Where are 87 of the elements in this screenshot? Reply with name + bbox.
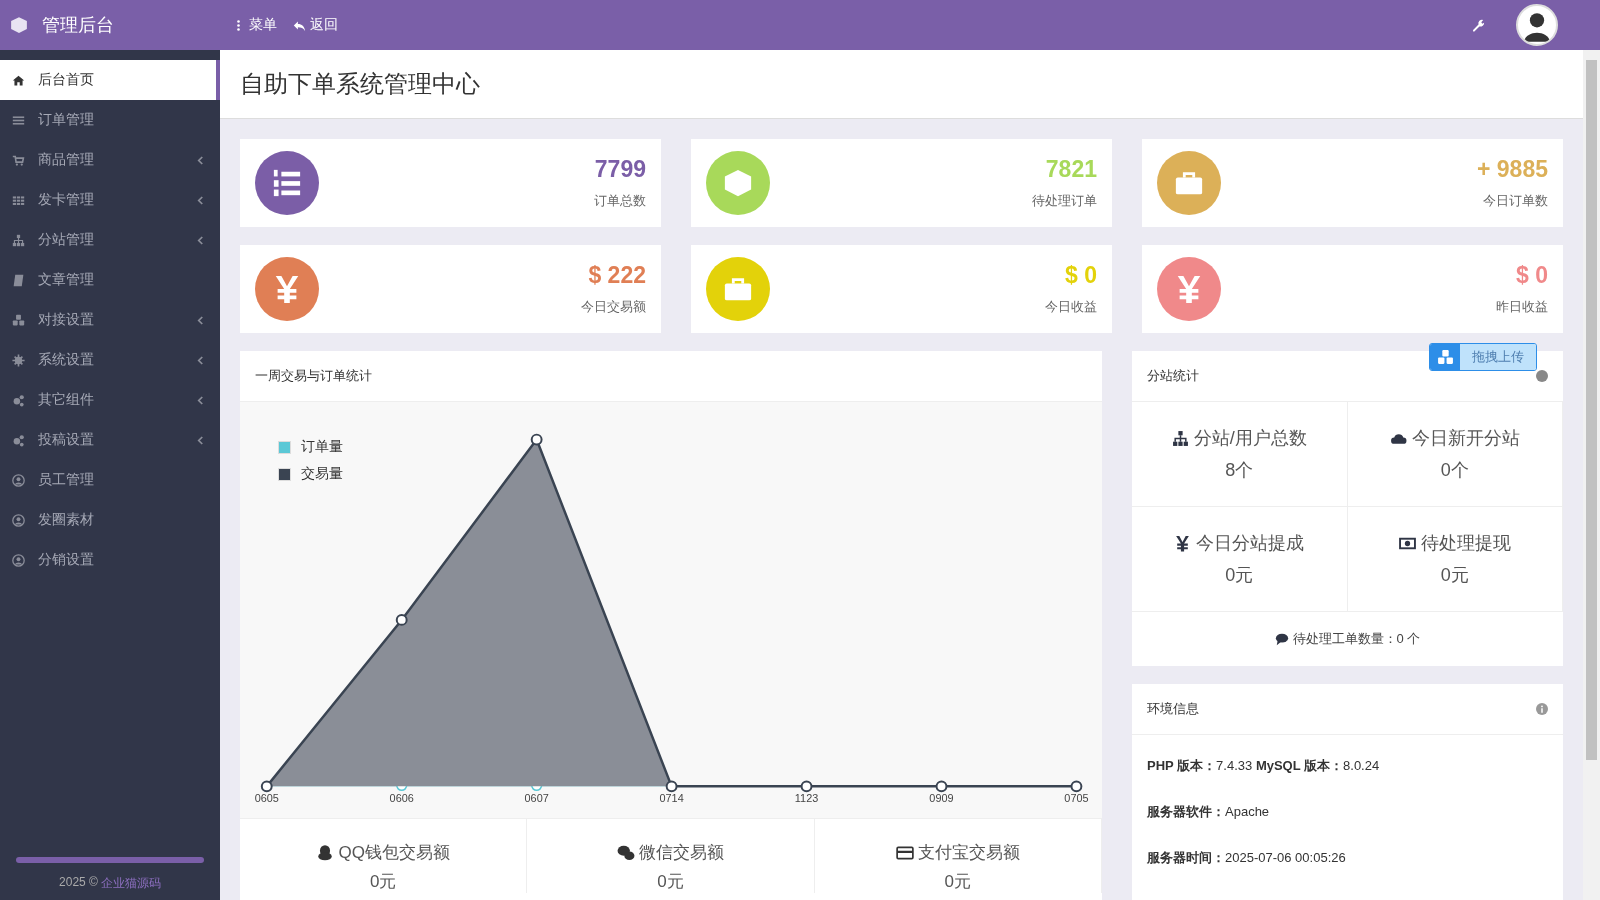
sidebar-item[interactable]: 文章管理 bbox=[0, 260, 220, 300]
wrench-icon[interactable] bbox=[1471, 17, 1486, 33]
back-link[interactable]: 返回 bbox=[293, 16, 338, 34]
sidebar-item[interactable]: 发圈素材 bbox=[0, 500, 220, 540]
total-value: 0元 bbox=[368, 871, 398, 893]
menu-link[interactable]: 菜单 bbox=[232, 16, 277, 34]
total-label: 微信交易额 bbox=[639, 842, 724, 864]
yen-icon bbox=[1174, 534, 1192, 552]
cube-logo-icon bbox=[10, 16, 28, 34]
numbered-list-icon bbox=[272, 168, 302, 198]
page-title: 自助下单系统管理中心 bbox=[240, 69, 480, 99]
cubes-icon bbox=[12, 313, 25, 327]
total-value: 0元 bbox=[943, 871, 973, 893]
stat-value: $ 0 bbox=[1515, 262, 1548, 289]
stat-value: $ 0 bbox=[1064, 262, 1097, 289]
penguin-icon bbox=[316, 843, 335, 862]
sidebar-item[interactable]: 发卡管理 bbox=[0, 180, 220, 220]
cube-icon bbox=[723, 168, 753, 198]
axis-label: 0607 bbox=[524, 792, 549, 805]
speech-bubble-icon bbox=[1274, 632, 1289, 646]
chat-bubbles-icon bbox=[617, 843, 635, 862]
info-line: PHP 版本：7.4.33 MySQL 版本：8.0.24 bbox=[1147, 757, 1381, 775]
footer-link[interactable]: 企业猫源码 bbox=[100, 875, 161, 892]
gears-icon bbox=[12, 433, 25, 447]
total-label: QQ钱包交易额 bbox=[338, 842, 450, 864]
sidebar-item[interactable]: 分站管理 bbox=[0, 220, 220, 260]
home-icon bbox=[12, 73, 25, 87]
sitemap-icon bbox=[1171, 429, 1189, 447]
gears-icon bbox=[12, 393, 25, 407]
total-value: 0元 bbox=[656, 871, 685, 893]
sidebar-item[interactable]: 其它组件 bbox=[0, 380, 220, 420]
axis-label: 0705 bbox=[1064, 792, 1089, 805]
axis-label: 0909 bbox=[929, 792, 954, 805]
grid-icon bbox=[12, 193, 25, 207]
stat-label: 订单总数 bbox=[594, 192, 646, 210]
axis-label: 1123 bbox=[794, 792, 819, 805]
sidebar-item[interactable]: 订单管理 bbox=[0, 100, 220, 140]
stat-label: 今日订单数 bbox=[1482, 192, 1548, 210]
stat-label: 今日分站提成 bbox=[1196, 532, 1305, 555]
sidebar-item[interactable]: 员工管理 bbox=[0, 460, 220, 500]
stat-value: 0元 bbox=[1439, 564, 1470, 587]
collapse-dot[interactable] bbox=[1536, 370, 1548, 382]
sidebar-item[interactable]: 投稿设置 bbox=[0, 420, 220, 460]
sidebar-item[interactable]: 商品管理 bbox=[0, 140, 220, 180]
stat-value: + 9885 bbox=[1477, 156, 1548, 183]
stat-value: 7799 bbox=[594, 156, 646, 183]
axis-label: 0606 bbox=[389, 792, 414, 805]
scrollbar[interactable] bbox=[1583, 50, 1600, 900]
brand-title: 管理后台 bbox=[42, 14, 114, 37]
legend-label: 交易量 bbox=[301, 465, 343, 483]
info-line: 服务器时间：2025-07-06 00:05:26 bbox=[1147, 849, 1347, 867]
stat-label: 昨日收益 bbox=[1496, 298, 1548, 316]
sidebar-item[interactable]: 分销设置 bbox=[0, 540, 220, 580]
stat-value: 8个 bbox=[1224, 459, 1255, 482]
stat-label: 今日收益 bbox=[1045, 298, 1097, 316]
stat-label: 待处理提现 bbox=[1420, 532, 1511, 555]
stat-label: 今日交易额 bbox=[581, 298, 646, 316]
stat-label: 今日新开分站 bbox=[1411, 427, 1520, 450]
legend-label: 订单量 bbox=[301, 438, 343, 456]
cart-icon bbox=[12, 153, 25, 167]
copyright-text: 2025 © bbox=[59, 875, 98, 891]
panel-title: 分站统计 bbox=[1147, 367, 1199, 385]
stat-value: $ 222 bbox=[587, 262, 646, 289]
sidebar-item[interactable]: 对接设置 bbox=[0, 300, 220, 340]
sidebar-item[interactable]: 后台首页 bbox=[0, 60, 220, 100]
scrollbar-thumb[interactable] bbox=[1586, 60, 1597, 760]
stat-value: 0个 bbox=[1439, 459, 1470, 482]
panel-title: 环境信息 bbox=[1147, 700, 1199, 718]
list-icon bbox=[12, 113, 25, 127]
info-icon[interactable] bbox=[1536, 703, 1548, 715]
gear-icon bbox=[12, 353, 25, 367]
stat-value: 7821 bbox=[1044, 156, 1097, 183]
stat-label: 待处理订单 bbox=[1032, 192, 1097, 210]
avatar[interactable] bbox=[1516, 4, 1558, 46]
ticket-count: 待处理工单数量：0 个 bbox=[1292, 630, 1421, 648]
user-circle-icon bbox=[12, 513, 25, 527]
sitemap-icon bbox=[12, 233, 25, 247]
stat-value: 0元 bbox=[1224, 564, 1255, 587]
total-label: 支付宝交易额 bbox=[917, 842, 1020, 864]
info-line: 服务器软件：Apache bbox=[1147, 803, 1271, 821]
sidebar-item[interactable]: 系统设置 bbox=[0, 340, 220, 380]
upload-button[interactable]: 拖拽上传 bbox=[1429, 343, 1537, 371]
axis-label: 0605 bbox=[254, 792, 279, 805]
user-circle-icon bbox=[12, 473, 25, 487]
stat-label: 分站/用户总数 bbox=[1193, 427, 1307, 450]
user-circle-icon bbox=[12, 553, 25, 567]
axis-label: 0714 bbox=[659, 792, 684, 805]
